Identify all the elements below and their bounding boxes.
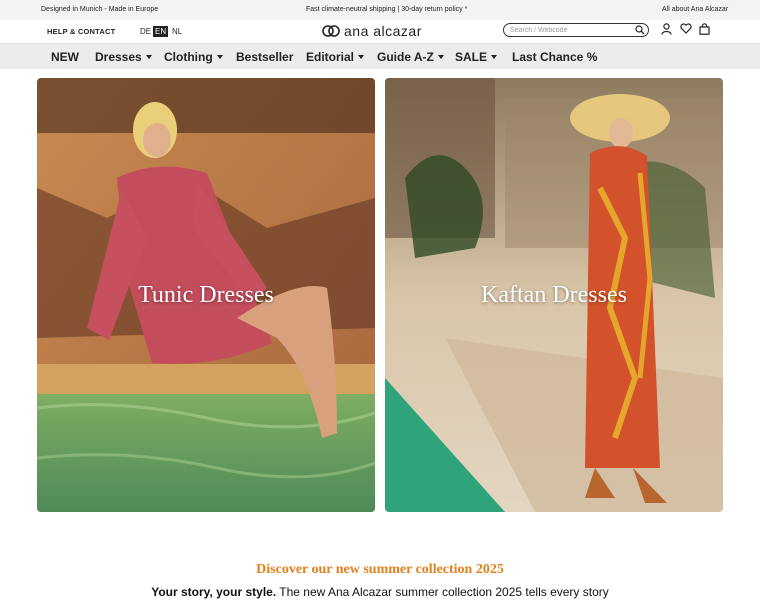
kaftan-dresses-title[interactable]: Kaftan Dresses bbox=[385, 282, 723, 309]
search-icon[interactable] bbox=[635, 25, 645, 35]
nav-item-last-chance[interactable]: Last Chance % bbox=[512, 50, 597, 64]
nav-item-editorial[interactable]: Editorial bbox=[306, 50, 365, 64]
lang-de[interactable]: DE bbox=[138, 26, 153, 37]
nav-item-dresses[interactable]: Dresses bbox=[95, 50, 152, 64]
logo-wordmark: ana alcazar bbox=[344, 23, 422, 39]
collection-heading: Discover our new summer collection 2025 bbox=[256, 562, 504, 577]
main-navigation: NEW Dresses Clothing Bestseller Editoria… bbox=[0, 44, 760, 69]
nav-item-clothing[interactable]: Clothing bbox=[164, 50, 223, 64]
chevron-down-icon bbox=[216, 55, 223, 59]
nav-label-sale: SALE bbox=[455, 50, 488, 64]
collection-intro-text: The new Ana Alcazar summer collection 20… bbox=[276, 585, 609, 599]
nav-item-guide[interactable]: Guide A-Z bbox=[377, 50, 444, 64]
nav-label-last-chance: Last Chance % bbox=[512, 50, 598, 64]
nav-item-sale[interactable]: SALE bbox=[455, 50, 498, 64]
category-card-kaftan-dresses[interactable]: Kaftan Dresses bbox=[385, 78, 723, 512]
site-header: HELP & CONTACT DE EN NL ana alcazar bbox=[0, 20, 760, 44]
nav-label-dresses: Dresses bbox=[95, 50, 142, 64]
brand-logo[interactable]: ana alcazar bbox=[322, 23, 422, 39]
tunic-dresses-title[interactable]: Tunic Dresses bbox=[37, 282, 375, 309]
shopping-bag-icon[interactable] bbox=[699, 23, 710, 35]
collection-intro: Your story, your style. The new Ana Alca… bbox=[0, 585, 760, 599]
wishlist-heart-icon[interactable] bbox=[680, 23, 692, 34]
account-icon[interactable] bbox=[661, 23, 672, 35]
topbar-shipping-info[interactable]: Fast climate-neutral shipping | 30-day r… bbox=[306, 6, 467, 13]
nav-label-clothing: Clothing bbox=[164, 50, 213, 64]
chevron-down-icon bbox=[358, 55, 365, 59]
help-contact-link[interactable]: HELP & CONTACT bbox=[47, 27, 115, 36]
nav-item-bestseller[interactable]: Bestseller bbox=[236, 50, 293, 64]
category-card-tunic-dresses[interactable]: Tunic Dresses bbox=[37, 78, 375, 512]
chevron-down-icon bbox=[491, 55, 498, 59]
topbar-about-link[interactable]: All about Ana Alcazar bbox=[662, 6, 728, 13]
nav-item-new[interactable]: NEW bbox=[51, 50, 79, 64]
logo-mark-icon bbox=[322, 25, 340, 37]
lang-en[interactable]: EN bbox=[153, 26, 169, 37]
collection-intro-lead: Your story, your style. bbox=[151, 585, 277, 599]
nav-label-editorial: Editorial bbox=[306, 50, 355, 64]
search-box[interactable] bbox=[503, 23, 649, 37]
search-input[interactable] bbox=[510, 25, 630, 35]
chevron-down-icon bbox=[437, 55, 444, 59]
nav-label-new: NEW bbox=[51, 50, 79, 64]
nav-label-guide: Guide A-Z bbox=[377, 50, 434, 64]
nav-label-bestseller: Bestseller bbox=[236, 50, 294, 64]
lang-nl[interactable]: NL bbox=[170, 26, 184, 37]
topbar-made-in: Designed in Munich - Made in Europe bbox=[41, 6, 159, 13]
top-info-bar: Designed in Munich - Made in Europe Fast… bbox=[0, 0, 760, 20]
chevron-down-icon bbox=[145, 55, 152, 59]
